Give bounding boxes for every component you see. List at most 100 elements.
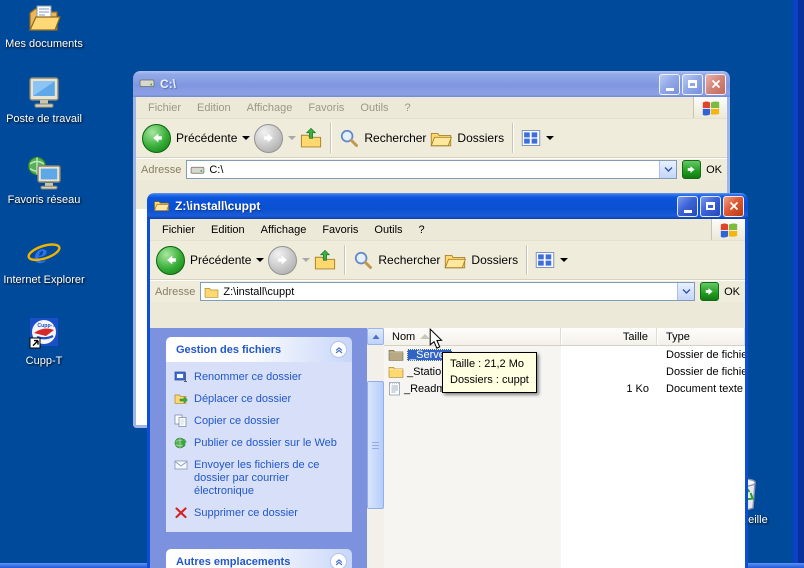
desktop-icon-mes-documents[interactable]: Mes documents bbox=[2, 3, 86, 50]
minimize-button[interactable] bbox=[659, 73, 680, 95]
menu-edition[interactable]: Edition bbox=[203, 224, 253, 236]
address-dropdown-button[interactable] bbox=[659, 161, 677, 178]
collapse-chevron-icon[interactable] bbox=[330, 341, 347, 358]
menu-favoris[interactable]: Favoris bbox=[300, 102, 352, 114]
menu-help[interactable]: ? bbox=[411, 224, 433, 236]
task-delete-folder[interactable]: Supprimer ce dossier bbox=[174, 507, 348, 520]
search-button[interactable]: Rechercher bbox=[353, 250, 440, 270]
desktop-icon-favoris-reseau[interactable]: Favoris réseau bbox=[2, 155, 86, 206]
my-computer-icon bbox=[2, 74, 86, 110]
scroll-up-button[interactable] bbox=[367, 328, 384, 345]
views-button[interactable] bbox=[535, 251, 569, 269]
scrollbar-thumb[interactable] bbox=[367, 381, 384, 509]
address-input[interactable]: C:\ bbox=[186, 160, 678, 179]
close-button[interactable] bbox=[705, 73, 726, 95]
desktop-icon-label: Internet Explorer bbox=[3, 274, 85, 286]
taskpane-scrollbar[interactable] bbox=[367, 328, 384, 568]
forward-button[interactable] bbox=[268, 245, 311, 275]
address-dropdown-button[interactable] bbox=[677, 283, 695, 300]
back-icon bbox=[142, 123, 171, 153]
close-button[interactable] bbox=[723, 195, 744, 217]
menu-fichier[interactable]: Fichier bbox=[140, 102, 189, 114]
task-publish-folder[interactable]: Publier ce dossier sur le Web bbox=[174, 437, 348, 450]
go-label: OK bbox=[706, 163, 722, 176]
go-button[interactable] bbox=[682, 160, 702, 179]
taskpane-section-header[interactable]: Autres emplacements bbox=[166, 549, 352, 568]
file-row-station[interactable]: _Station Dossier de fichiers bbox=[384, 363, 745, 380]
cupp-t-shortcut-icon: Cupp-T bbox=[2, 316, 86, 352]
folders-button[interactable]: Dossiers bbox=[430, 128, 504, 148]
back-button[interactable]: Précédente bbox=[156, 245, 265, 275]
tooltip-size-line: Taille : 21,2 Mo bbox=[450, 358, 524, 370]
column-header-taille[interactable]: Taille bbox=[561, 328, 657, 345]
drive-icon bbox=[139, 76, 155, 93]
address-value: Z:\install\cuppt bbox=[223, 285, 295, 298]
forward-button[interactable] bbox=[254, 123, 297, 153]
forward-icon bbox=[254, 123, 284, 153]
menu-affichage[interactable]: Affichage bbox=[239, 102, 301, 114]
collapse-chevron-icon[interactable] bbox=[330, 553, 347, 568]
taskpane-section-header[interactable]: Gestion des fichiers bbox=[166, 337, 352, 362]
svg-text:Cupp-T: Cupp-T bbox=[37, 323, 56, 329]
maximize-button[interactable] bbox=[700, 195, 721, 217]
desktop-icon-label: Cupp-T bbox=[25, 355, 63, 367]
window-titlebar[interactable]: C:\ bbox=[133, 71, 730, 97]
copy-folder-icon bbox=[174, 414, 187, 427]
task-move-folder[interactable]: Déplacer ce dossier bbox=[174, 393, 348, 406]
up-button[interactable] bbox=[314, 249, 336, 271]
views-dropdown-caret[interactable] bbox=[546, 136, 555, 140]
menu-edition[interactable]: Edition bbox=[189, 102, 239, 114]
open-folder-icon bbox=[153, 198, 170, 215]
column-header-type[interactable]: Type bbox=[657, 328, 745, 345]
task-rename-folder[interactable]: Renommer ce dossier bbox=[174, 371, 348, 384]
back-dropdown-caret[interactable] bbox=[242, 136, 251, 140]
go-button[interactable] bbox=[700, 282, 720, 301]
desktop-icon-poste-de-travail[interactable]: Poste de travail bbox=[2, 74, 86, 125]
task-email-files[interactable]: Envoyer les fichiers de ce dossier par c… bbox=[174, 459, 348, 498]
file-row-readme[interactable]: _Readme 1 Ko Document texte bbox=[384, 380, 745, 397]
address-label: Adresse bbox=[155, 285, 196, 298]
task-copy-folder[interactable]: Copier ce dossier bbox=[174, 414, 348, 428]
toolbar-separator bbox=[330, 123, 332, 153]
menu-fichier[interactable]: Fichier bbox=[154, 224, 203, 236]
window-title: Z:\install\cuppt bbox=[175, 199, 261, 213]
desktop-icon-internet-explorer[interactable]: e Internet Explorer bbox=[2, 235, 86, 286]
search-button[interactable]: Rechercher bbox=[339, 128, 426, 148]
address-label: Adresse bbox=[141, 163, 182, 176]
window-titlebar[interactable]: Z:\install\cuppt bbox=[147, 193, 748, 219]
column-header-nom[interactable]: Nom bbox=[384, 328, 561, 345]
internet-explorer-icon: e bbox=[2, 235, 86, 271]
up-button[interactable] bbox=[300, 127, 322, 149]
task-pane: Gestion des fichiers Renommer ce dossier bbox=[150, 328, 367, 568]
desktop-icon-label: Favoris réseau bbox=[7, 194, 81, 206]
search-icon bbox=[355, 251, 373, 269]
menu-help[interactable]: ? bbox=[397, 102, 419, 114]
menu-bar: Fichier Edition Affichage Favoris Outils… bbox=[136, 97, 727, 119]
network-places-icon bbox=[2, 155, 86, 191]
menu-favoris[interactable]: Favoris bbox=[314, 224, 366, 236]
folder-up-icon bbox=[315, 249, 336, 270]
views-dropdown-caret[interactable] bbox=[560, 258, 569, 262]
menu-outils[interactable]: Outils bbox=[366, 224, 410, 236]
back-icon bbox=[156, 245, 185, 275]
folders-button[interactable]: Dossiers bbox=[444, 250, 518, 270]
menu-affichage[interactable]: Affichage bbox=[253, 224, 315, 236]
search-icon bbox=[341, 129, 359, 147]
svg-text:e: e bbox=[34, 237, 47, 270]
back-button[interactable]: Précédente bbox=[142, 123, 251, 153]
delete-icon bbox=[175, 507, 187, 519]
folder-icon bbox=[388, 349, 404, 361]
folders-icon bbox=[431, 133, 453, 147]
minimize-button[interactable] bbox=[677, 195, 698, 217]
desktop-icon-cupp-t[interactable]: Cupp-T Cupp-T bbox=[2, 316, 86, 367]
go-label: OK bbox=[724, 285, 740, 298]
maximize-button[interactable] bbox=[682, 73, 703, 95]
address-input[interactable]: Z:\install\cuppt bbox=[200, 282, 696, 301]
folder-size-tooltip: Taille : 21,2 Mo Dossiers : cuppt bbox=[442, 352, 537, 393]
back-dropdown-caret[interactable] bbox=[256, 258, 265, 262]
menu-outils[interactable]: Outils bbox=[352, 102, 396, 114]
windows-logo-icon bbox=[693, 97, 727, 118]
email-icon bbox=[174, 460, 188, 470]
views-button[interactable] bbox=[521, 129, 555, 147]
forward-icon bbox=[268, 245, 298, 275]
